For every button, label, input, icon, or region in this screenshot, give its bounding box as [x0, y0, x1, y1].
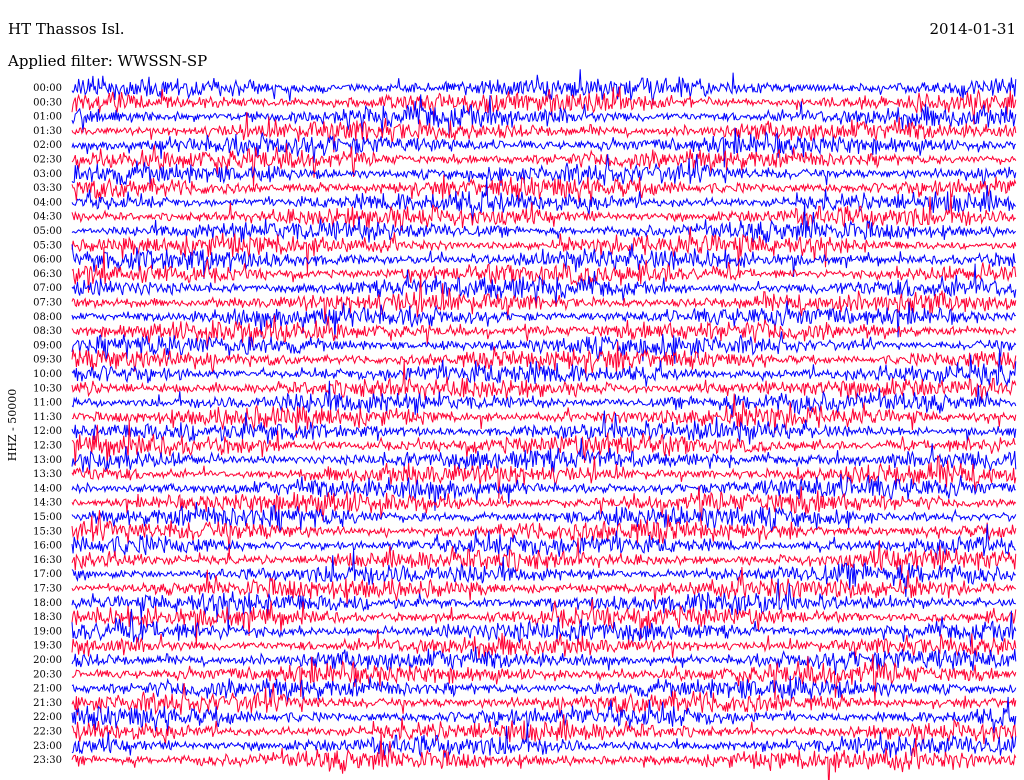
time-tick-label: 08:30 [33, 326, 62, 337]
time-tick-label: 00:30 [33, 97, 62, 108]
time-tick-label: 11:30 [33, 412, 62, 423]
time-tick-label: 17:00 [33, 569, 62, 580]
time-tick-label: 09:00 [33, 340, 62, 351]
trace-row [71, 731, 1017, 780]
time-tick-label: 22:00 [33, 712, 62, 723]
time-tick-label: 12:00 [33, 426, 62, 437]
time-tick-label: 17:30 [33, 584, 62, 595]
time-tick-label: 06:30 [33, 269, 62, 280]
trace-group [71, 69, 1017, 780]
time-tick-label: 14:00 [33, 483, 62, 494]
time-tick-label: 00:00 [33, 83, 62, 94]
time-tick-label: 02:30 [33, 155, 62, 166]
time-tick-label: 12:30 [33, 441, 62, 452]
seismogram-plot: 00:00 00:30 01:00 01:30 02:00 02:30 03:00 03:30… [6, 69, 1017, 780]
time-tick-label: 05:30 [33, 240, 62, 251]
trace-row [71, 646, 1017, 676]
time-tick-label: 19:30 [33, 641, 62, 652]
time-tick-label: 20:00 [33, 655, 62, 666]
channel-axis-label: HHZ - 50000 [6, 389, 19, 462]
time-tick-label: 14:30 [33, 498, 62, 509]
time-tick-label: 16:30 [33, 555, 62, 566]
time-tick-label: 20:30 [33, 669, 62, 680]
time-tick-label: 21:30 [33, 698, 62, 709]
time-tick-label: 04:30 [33, 212, 62, 223]
time-tick-label: 15:00 [33, 512, 62, 523]
time-tick-label: 09:30 [33, 355, 62, 366]
time-tick-label: 06:00 [33, 255, 62, 266]
time-tick-label: 10:30 [33, 383, 62, 394]
trace-row [71, 202, 1017, 245]
time-tick-label: 08:00 [33, 312, 62, 323]
time-tick-label: 11:00 [33, 398, 62, 409]
time-tick-label: 23:30 [33, 755, 62, 766]
time-tick-label: 23:00 [33, 741, 62, 752]
time-tick-label: 13:00 [33, 455, 62, 466]
time-tick-label: 18:00 [33, 598, 62, 609]
time-tick-label: 03:30 [33, 183, 62, 194]
time-tick-label: 02:00 [33, 140, 62, 151]
time-tick-label: 01:30 [33, 126, 62, 137]
time-tick-label: 04:00 [33, 197, 62, 208]
trace-row [71, 438, 1017, 473]
time-tick-label: 15:30 [33, 526, 62, 537]
time-tick-label: 05:00 [33, 226, 62, 237]
time-tick-label: 19:00 [33, 626, 62, 637]
time-tick-label: 16:00 [33, 541, 62, 552]
time-tick-label: 07:30 [33, 298, 62, 309]
trace-row [71, 193, 1017, 231]
time-tick-label: 18:30 [33, 612, 62, 623]
time-tick-labels: 00:00 00:30 01:00 01:30 02:00 02:30 03:00 03:30… [33, 83, 62, 766]
time-tick-label: 22:30 [33, 727, 62, 738]
time-tick-label: 13:30 [33, 469, 62, 480]
time-tick-label: 03:00 [33, 169, 62, 180]
time-tick-label: 01:00 [33, 112, 62, 123]
time-tick-label: 10:00 [33, 369, 62, 380]
trace-row [71, 69, 1017, 105]
time-tick-label: 07:00 [33, 283, 62, 294]
time-tick-label: 21:00 [33, 684, 62, 695]
